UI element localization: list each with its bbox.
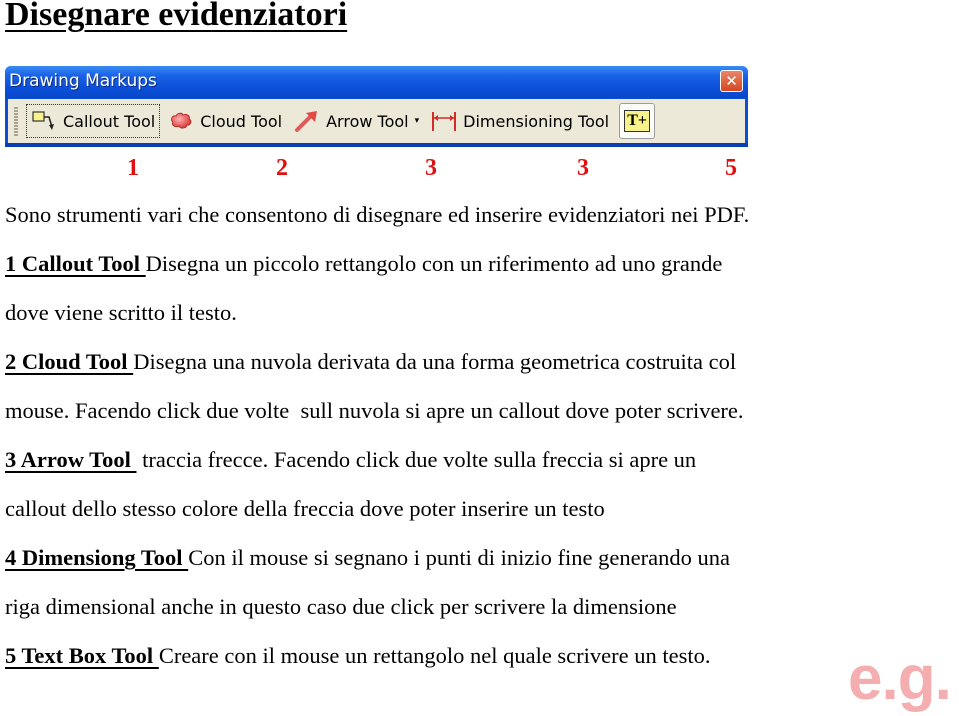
text-box-icon: T+ [624, 110, 651, 132]
close-button[interactable]: ✕ [720, 70, 743, 92]
callout-heading: 1 Callout Tool [5, 251, 146, 276]
dimensioning-description: 4 Dimensiong Tool Con il mouse si segnan… [5, 545, 730, 571]
dimensioning-description-cont: riga dimensional anche in questo caso du… [5, 594, 677, 619]
callout-description-cont: dove viene scritto il testo. [5, 300, 237, 325]
page-title: Disegnare evidenziatori [5, 0, 348, 33]
dimensioning-tool-label: Dimensioning Tool [463, 111, 610, 131]
drawing-markups-toolbar-window: Drawing Markups ✕ Callout Tool Cloud Too… [5, 66, 748, 147]
window-titlebar: Drawing Markups ✕ [5, 66, 748, 98]
cloud-tool-button[interactable]: Cloud Tool [164, 104, 286, 138]
intro-text: Sono strumenti vari che consentono di di… [5, 202, 750, 227]
dimensioning-text: Con il mouse si segnano i punti di inizi… [188, 545, 730, 570]
text-box-tool-button[interactable]: T+ [619, 103, 656, 139]
cloud-text: Disegna una nuvola derivata da una forma… [133, 349, 737, 374]
callout-tool-button[interactable]: Callout Tool [26, 104, 161, 138]
dimension-icon [432, 112, 457, 131]
arrow-tool-label: Arrow Tool [326, 111, 409, 131]
text-box-heading: 5 Text Box Tool [5, 643, 159, 668]
toolbar: Callout Tool Cloud Tool Arrow Tool ▾ Dim… [8, 99, 745, 143]
close-icon: ✕ [725, 71, 738, 90]
cloud-description-cont: mouse. Facendo click due volte sull nuvo… [5, 398, 744, 423]
arrow-description: 3 Arrow Tool traccia frecce. Facendo cli… [5, 447, 696, 473]
cloud-heading: 2 Cloud Tool [5, 349, 134, 374]
callout-icon [32, 111, 54, 130]
arrow-tool-button[interactable]: Arrow Tool ▾ [290, 104, 423, 138]
toolbar-grip-handle[interactable] [14, 106, 18, 136]
window-title: Drawing Markups [9, 71, 157, 91]
arrow-icon [295, 111, 318, 132]
arrow-description-cont: callout dello stesso colore della frecci… [5, 496, 605, 521]
text-box-description: 5 Text Box Tool Creare con il mouse un r… [5, 643, 711, 669]
cloud-tool-label: Cloud Tool [200, 111, 283, 131]
arrow-tool-dropdown-icon[interactable]: ▾ [415, 116, 420, 126]
callout-tool-label: Callout Tool [63, 111, 156, 131]
arrow-text: traccia frecce. Facendo click due volte … [136, 447, 697, 472]
callout-description: 1 Callout Tool Disegna un piccolo rettan… [5, 251, 722, 277]
dimensioning-heading: 4 Dimensiong Tool [5, 545, 189, 570]
arrow-heading: 3 Arrow Tool [5, 447, 137, 472]
callout-text: Disegna un piccolo rettangolo con un rif… [145, 251, 723, 276]
dimensioning-number: 3 [577, 155, 589, 181]
arrow-number: 3 [425, 155, 437, 181]
cloud-number: 2 [276, 155, 288, 181]
text-box-text: Creare con il mouse un rettangolo nel qu… [158, 643, 711, 668]
watermark-logo: e.g. [848, 644, 952, 713]
cloud-description: 2 Cloud Tool Disegna una nuvola derivata… [5, 349, 736, 375]
callout-number: 1 [127, 155, 139, 181]
text-box-number: 5 [725, 155, 737, 181]
dimensioning-tool-button[interactable]: Dimensioning Tool [427, 104, 613, 138]
cloud-icon [171, 112, 192, 129]
window-bottom-border [5, 143, 748, 147]
